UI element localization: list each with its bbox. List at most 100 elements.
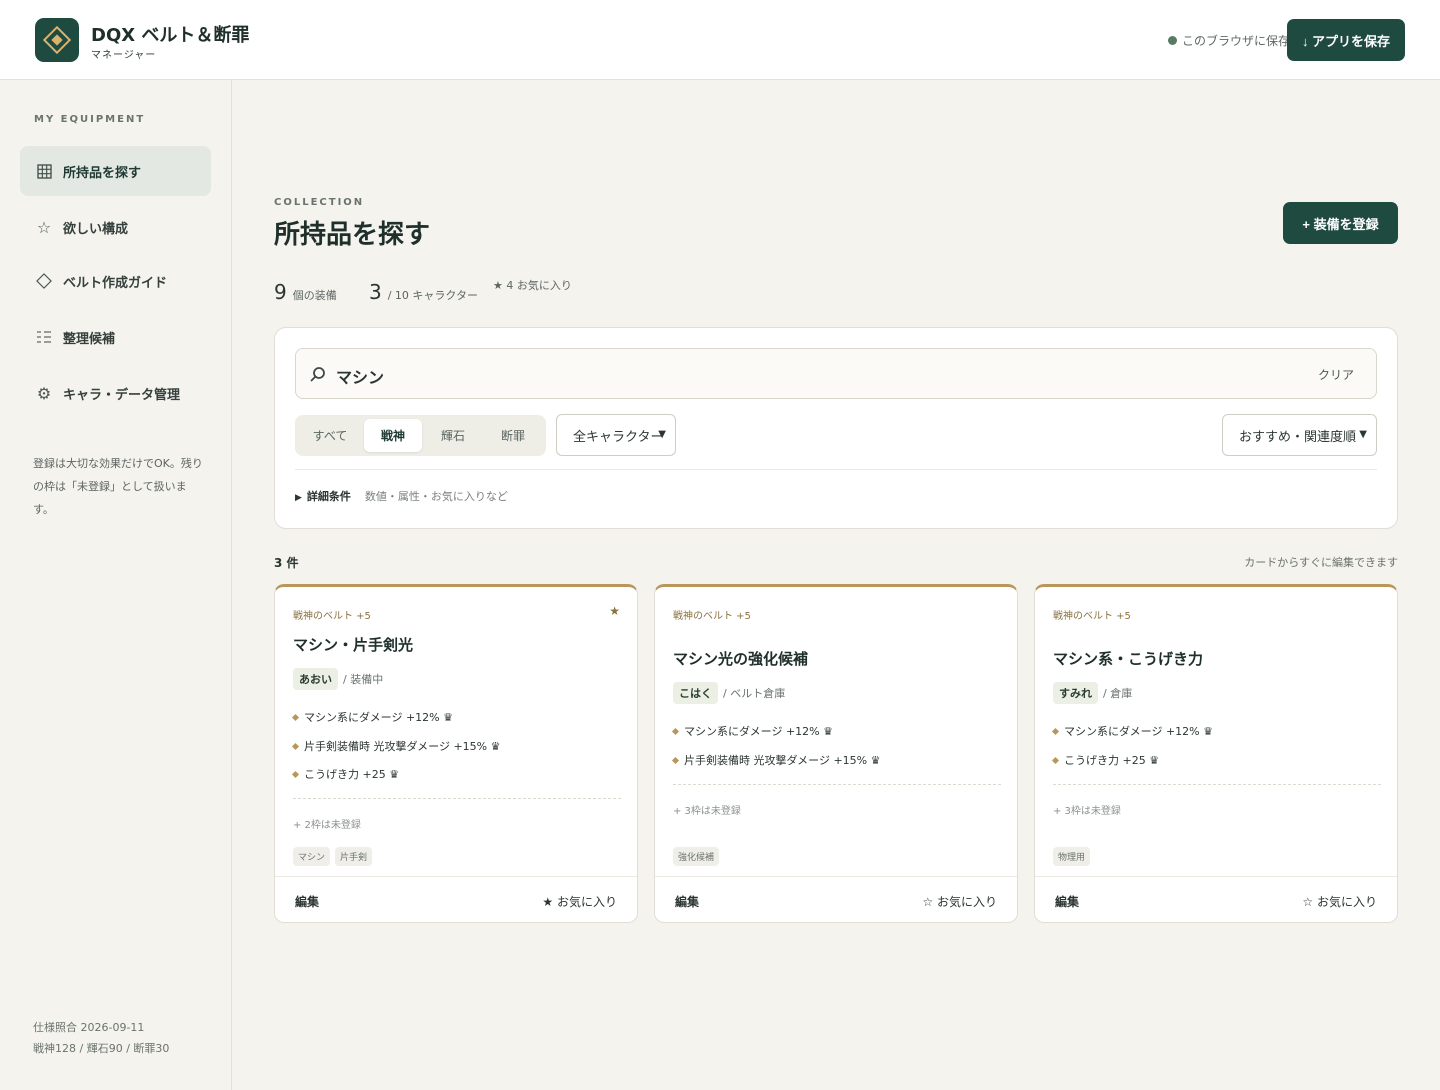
effect-item: マシン系にダメージ +12% ♛ [291, 709, 453, 725]
diamond-bullet-icon [291, 713, 300, 721]
chevron-down-icon: ▼ [1359, 429, 1367, 440]
segment-senjin[interactable]: 戦神 [364, 419, 422, 452]
sidebar-item-search-inventory[interactable]: 所持品を探す [20, 146, 211, 196]
register-equipment-button[interactable]: + 装備を登録 [1283, 202, 1398, 244]
edit-button[interactable]: 編集 [675, 893, 699, 910]
sidebar-item-label: キャラ・データ管理 [63, 387, 181, 403]
page-eyebrow: COLLECTION [274, 197, 365, 208]
diamond-bullet-icon [291, 770, 300, 778]
sidebar-item-belt-guide[interactable]: ベルト作成ガイド [20, 256, 211, 306]
diamond-bullet-icon [671, 756, 680, 764]
empty-slots: + 2枠は未登録 [293, 820, 361, 831]
sidebar-item-wishlist[interactable]: ☆ 欲しい構成 [20, 202, 211, 252]
stat-equipment: 9 個の装備 [274, 280, 337, 304]
card-name: マシン系・こうげき力 [1053, 650, 1204, 668]
card-series: 戦神のベルト +5 [1053, 611, 1131, 622]
card-name: マシン光の強化候補 [673, 650, 809, 668]
sidebar-section-label: MY EQUIPMENT [34, 114, 146, 125]
sidebar: MY EQUIPMENT 所持品を探す ☆ 欲しい構成 ベルト作成ガイド 整理候… [0, 80, 232, 1090]
stat-favorites: ★ 4 お気に入り [493, 279, 572, 292]
sidebar-item-cleanup[interactable]: 整理候補 [20, 312, 211, 362]
clear-search-button[interactable]: クリア [1318, 366, 1354, 383]
empty-slots: + 3枠は未登録 [1053, 806, 1121, 817]
search-icon [308, 364, 328, 384]
favorite-star-icon: ★ [609, 604, 620, 618]
equipment-card[interactable]: 戦神のベルト +5 マシン光の強化候補 こはく / ベルト倉庫 マシン系にダメー… [654, 584, 1018, 923]
character-badge: すみれ [1053, 681, 1098, 704]
divider [1053, 784, 1381, 785]
details-hint: 数値・属性・お気に入りなど [364, 490, 508, 503]
card-name: マシン・片手剣光 [293, 636, 414, 654]
sidebar-item-label: 整理候補 [63, 331, 116, 347]
sort-select-value: おすすめ・関連度順 [1239, 429, 1357, 445]
type-segmented-control: すべて 戦神 輝石 断罪 [295, 415, 546, 456]
character-badge: あおい [293, 667, 338, 690]
card-location: / 装備中 [343, 672, 384, 686]
result-hint: カードからすぐに編集できます [1244, 556, 1398, 569]
effect-item: こうげき力 +25 ♛ [291, 766, 399, 782]
sidebar-item-label: 所持品を探す [63, 165, 142, 181]
card-series: 戦神のベルト +5 [673, 611, 751, 622]
divider [295, 469, 1377, 470]
equipment-card[interactable]: 戦神のベルト +5 ★ マシン・片手剣光 あおい / 装備中 マシン系にダメージ… [274, 584, 638, 923]
star-outline-icon: ☆ [922, 895, 934, 909]
edit-button[interactable]: 編集 [1055, 893, 1079, 910]
star-outline-icon: ☆ [36, 217, 52, 237]
card-location: / 倉庫 [1103, 686, 1133, 700]
save-status: このブラウザに保存 [1168, 32, 1290, 49]
filter-panel: マシン クリア すべて 戦神 輝石 断罪 全キャラクター ▼ おすすめ・関連度順… [274, 327, 1398, 529]
favorite-button[interactable]: ★ お気に入り [542, 893, 617, 910]
effect-item: 片手剣装備時 光攻撃ダメージ +15% ♛ [671, 752, 880, 768]
app-title: DQX ベルト＆断罪 [91, 25, 250, 46]
star-outline-icon: ☆ [1302, 895, 1314, 909]
effect-item: マシン系にダメージ +12% ♛ [1051, 723, 1213, 739]
disclosure-triangle-icon: ▶ [295, 493, 302, 503]
divider [293, 798, 621, 799]
card-series: 戦神のベルト +5 [293, 611, 371, 622]
segment-all[interactable]: すべて [301, 419, 359, 452]
sidebar-item-character-data[interactable]: ⚙ キャラ・データ管理 [20, 368, 211, 418]
app-subtitle: マネージャー [91, 50, 157, 61]
result-count: 3 件 [274, 556, 299, 570]
app-header: DQX ベルト＆断罪 マネージャー このブラウザに保存 ↓ アプリを保存 [0, 0, 1440, 80]
search-value: マシン [336, 368, 385, 387]
page-title: 所持品を探す [274, 220, 431, 250]
segment-danzai[interactable]: 断罪 [484, 419, 542, 452]
list-icon [35, 328, 53, 346]
diamond-bullet-icon [1051, 727, 1060, 735]
tag: マシン [293, 847, 331, 866]
spec-counts: 戦神128 / 輝石90 / 断罪30 [33, 1042, 170, 1055]
segment-kiseki[interactable]: 輝石 [424, 419, 482, 452]
spec-check-date: 仕様照合 2026-09-11 [33, 1021, 145, 1034]
card-location: / ベルト倉庫 [723, 686, 786, 700]
card-meta: あおい / 装備中 [293, 667, 384, 690]
tag: 物理用 [1053, 847, 1091, 866]
status-dot-icon [1168, 36, 1177, 45]
app-logo-icon [35, 18, 79, 62]
diamond-bullet-icon [291, 742, 300, 750]
diamond-bullet-icon [671, 727, 680, 735]
search-input[interactable]: マシン クリア [295, 348, 1377, 399]
favorite-button[interactable]: ☆ お気に入り [1302, 893, 1377, 910]
equipment-card[interactable]: 戦神のベルト +5 マシン系・こうげき力 すみれ / 倉庫 マシン系にダメージ … [1034, 584, 1398, 923]
empty-slots: + 3枠は未登録 [673, 806, 741, 817]
grid-icon [35, 162, 53, 180]
sort-select[interactable]: おすすめ・関連度順 ▼ [1222, 414, 1377, 456]
character-select-value: 全キャラクター [573, 429, 664, 445]
sidebar-note: 登録は大切な効果だけでOK。残りの枠は「未登録」として扱います。 [33, 457, 203, 516]
favorite-button[interactable]: ☆ お気に入り [922, 893, 997, 910]
save-app-button[interactable]: ↓ アプリを保存 [1287, 19, 1405, 61]
diamond-icon [35, 272, 53, 290]
edit-button[interactable]: 編集 [295, 893, 319, 910]
character-select[interactable]: 全キャラクター ▼ [556, 414, 676, 456]
divider [673, 784, 1001, 785]
card-footer: 編集 ☆ お気に入り [1035, 876, 1397, 922]
card-footer: 編集 ★ お気に入り [275, 876, 637, 922]
details-label: 詳細条件 [306, 490, 351, 503]
advanced-filters-toggle[interactable]: ▶ 詳細条件 数値・属性・お気に入りなど [295, 488, 508, 504]
tag: 片手剣 [335, 847, 373, 866]
sidebar-footer: 仕様照合 2026-09-11 戦神128 / 輝石90 / 断罪30 [33, 1017, 169, 1059]
sidebar-item-label: ベルト作成ガイド [63, 275, 168, 291]
effect-item: こうげき力 +25 ♛ [1051, 752, 1159, 768]
sidebar-item-label: 欲しい構成 [63, 221, 129, 237]
